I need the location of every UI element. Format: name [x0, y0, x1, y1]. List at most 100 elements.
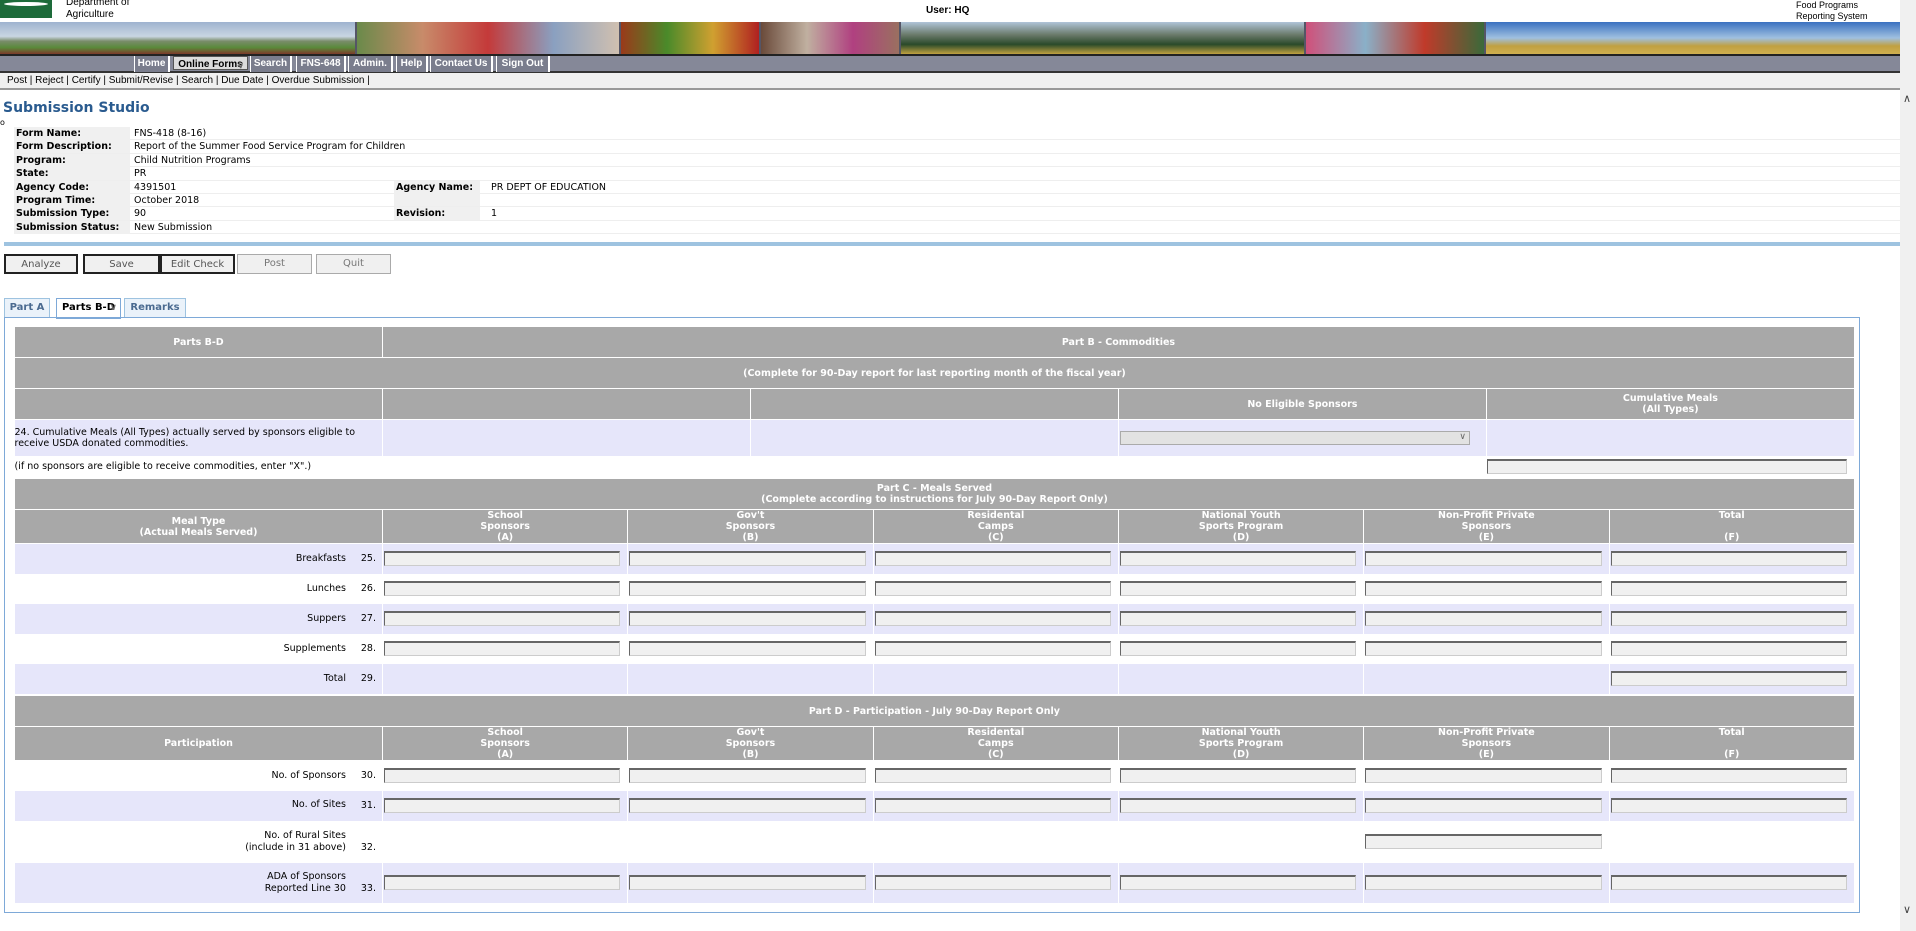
participation-input-30-d[interactable]	[1119, 768, 1357, 784]
meal-input-breakfasts-c[interactable]	[874, 551, 1111, 567]
table-row-label: Supplements 28.	[15, 634, 383, 664]
table-row-label: ADA of Sponsors Reported Line 30 33.	[14, 862, 383, 903]
meal-cell	[1608, 543, 1855, 574]
subnav-overdue-submission[interactable]: Overdue Submission	[272, 75, 365, 86]
nav-fns-648[interactable]: FNS-648	[296, 56, 346, 72]
participation-input-30-e[interactable]	[1365, 768, 1602, 784]
system-line1: Food Programs	[1796, 0, 1859, 10]
meal-input-lunches-b[interactable]	[629, 581, 866, 596]
column-header-d: National Youth Sports Program (D)	[1117, 726, 1365, 761]
meal-input-breakfasts-d[interactable]	[1119, 551, 1357, 567]
nav-home[interactable]: Home	[134, 56, 170, 72]
participation-input-32-e[interactable]	[1365, 834, 1602, 849]
participation-input-33-f[interactable]	[1610, 875, 1848, 890]
meal-input-total-f[interactable]	[1610, 671, 1848, 686]
participation-header: Participation	[14, 726, 383, 761]
participation-input-30-b[interactable]	[629, 768, 866, 784]
meal-input-breakfasts-f[interactable]	[1610, 551, 1848, 567]
meal-input-supplements-e[interactable]	[1365, 641, 1602, 656]
meal-input-supplements-a[interactable]	[383, 641, 621, 656]
subnav-due-date[interactable]: Due Date	[221, 75, 263, 86]
nav-search[interactable]: Search	[250, 56, 292, 72]
blank-header	[749, 388, 1119, 420]
participation-input-30-a[interactable]	[383, 768, 621, 784]
table-row-label: No. of Sites 31.	[14, 790, 383, 821]
commodities-note: (if no sponsors are eligible to receive …	[14, 460, 312, 472]
meal-input-lunches-d[interactable]	[1119, 581, 1357, 596]
quit-button[interactable]: Quit	[316, 254, 391, 274]
participation-input-33-b[interactable]	[629, 875, 866, 890]
meal-input-breakfasts-a[interactable]	[383, 551, 621, 567]
participation-input-30-f[interactable]	[1610, 768, 1848, 784]
meal-input-supplements-f[interactable]	[1610, 641, 1848, 656]
meal-input-breakfasts-e[interactable]	[1365, 551, 1602, 567]
participation-input-31-c[interactable]	[874, 798, 1111, 813]
meal-input-suppers-d[interactable]	[1119, 611, 1357, 626]
edit-check-button[interactable]: Edit Check	[160, 254, 235, 274]
meal-cell	[1608, 603, 1855, 634]
meal-input-breakfasts-b[interactable]	[629, 551, 866, 567]
form-name-label: Form Name:	[14, 127, 130, 140]
tab-parts-b-d[interactable]: Parts B-D	[56, 298, 121, 319]
meal-cell	[872, 573, 1119, 604]
no-eligible-sponsors-select[interactable]	[1119, 430, 1470, 445]
meal-cell	[1363, 573, 1610, 604]
meal-cell	[1608, 663, 1855, 694]
meal-input-suppers-c[interactable]	[874, 611, 1111, 626]
subnav-certify[interactable]: Certify	[72, 75, 101, 86]
subnav-reject[interactable]: Reject	[35, 75, 63, 86]
program-value: Child Nutrition Programs	[134, 154, 251, 166]
meal-input-lunches-a[interactable]	[383, 581, 621, 596]
tab-remarks[interactable]: Remarks	[124, 298, 186, 318]
meal-input-lunches-f[interactable]	[1610, 581, 1848, 596]
meal-input-suppers-a[interactable]	[383, 611, 621, 626]
cell	[381, 419, 751, 456]
meal-input-supplements-d[interactable]	[1119, 641, 1357, 656]
subnav-submit-revise[interactable]: Submit/Revise	[109, 75, 173, 86]
separator: |	[213, 75, 222, 86]
post-button[interactable]: Post	[237, 254, 312, 274]
participation-input-30-c[interactable]	[874, 768, 1111, 784]
meal-input-supplements-b[interactable]	[629, 641, 866, 656]
participation-input-33-a[interactable]	[383, 875, 621, 890]
column-header-b: Gov't Sponsors (B)	[627, 726, 874, 761]
meal-cell	[627, 573, 874, 604]
meal-input-suppers-f[interactable]	[1610, 611, 1848, 626]
nav-sign-out[interactable]: Sign Out	[496, 56, 550, 72]
participation-input-31-b[interactable]	[629, 798, 866, 813]
nav-contact-us[interactable]: Contact Us	[430, 56, 493, 72]
meal-input-lunches-e[interactable]	[1365, 581, 1602, 596]
meal-input-suppers-e[interactable]	[1365, 611, 1602, 626]
participation-input-31-e[interactable]	[1365, 798, 1602, 813]
participation-input-33-c[interactable]	[874, 875, 1111, 890]
subnav-search[interactable]: Search	[181, 75, 213, 86]
scroll-down-icon[interactable]: ∨	[1903, 903, 1911, 916]
meal-input-supplements-c[interactable]	[874, 641, 1111, 656]
participation-input-31-a[interactable]	[383, 798, 621, 813]
meal-input-suppers-b[interactable]	[629, 611, 866, 626]
meal-input-lunches-c[interactable]	[874, 581, 1111, 596]
row-label: Breakfasts	[295, 552, 346, 564]
participation-input-31-d[interactable]	[1119, 798, 1357, 813]
meal-cell	[381, 663, 628, 694]
nav-help[interactable]: Help	[396, 56, 428, 72]
nav-admin[interactable]: Admin.	[348, 56, 393, 72]
participation-input-31-f[interactable]	[1610, 798, 1848, 813]
tab-part-a[interactable]: Part A	[4, 298, 50, 318]
nav-online-forms[interactable]: Online Forms	[173, 56, 248, 73]
table-row-label: Suppers 27.	[14, 603, 383, 634]
participation-input-33-e[interactable]	[1365, 875, 1602, 890]
agency-name-label: Agency Name:	[394, 180, 480, 194]
submission-type-value: 90	[134, 208, 147, 220]
analyze-button[interactable]: Analyze	[4, 254, 78, 274]
participation-cell	[872, 760, 1119, 791]
cumulative-meals-input[interactable]	[1487, 458, 1848, 474]
program-time-label: Program Time:	[14, 193, 130, 207]
form-info: Form Name: FNS-418 (8-16) Form Descriptio…	[14, 127, 1900, 235]
subnav-post[interactable]: Post	[7, 75, 27, 86]
scrollbar[interactable]: ∧ ∨	[1900, 0, 1916, 931]
scroll-up-icon[interactable]: ∧	[1903, 92, 1911, 105]
participation-input-33-d[interactable]	[1119, 875, 1357, 890]
column-header-d: National Youth Sports Program (D)	[1117, 509, 1365, 544]
save-button[interactable]: Save	[83, 254, 160, 274]
